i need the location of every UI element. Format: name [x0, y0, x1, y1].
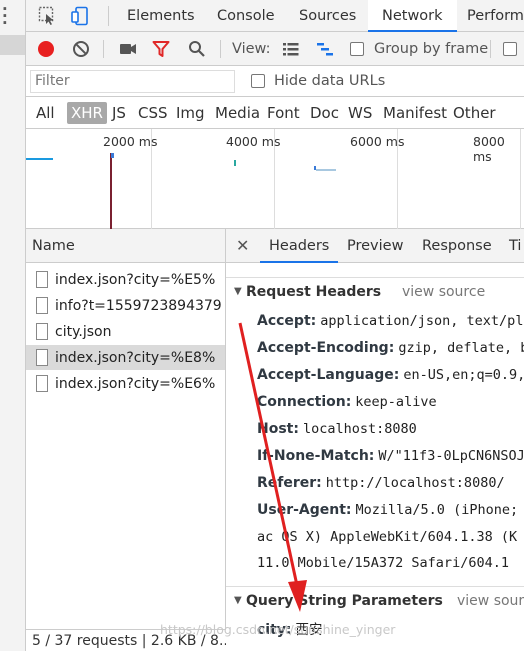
- details-tabbar: ✕ Headers Preview Response Ti: [226, 229, 524, 263]
- clear-icon[interactable]: [72, 40, 90, 58]
- header-value-continuation: ac OS X) AppleWebKit/604.1.38 (K: [257, 529, 518, 545]
- header-row: User-Agent: Mozilla/5.0 (iPhone;: [257, 502, 519, 518]
- tab-console[interactable]: Console: [217, 0, 275, 32]
- load-event-marker: [110, 153, 112, 229]
- filter-icon[interactable]: [152, 40, 170, 58]
- toolbar-divider: [490, 40, 491, 58]
- tab-timing[interactable]: Ti: [509, 229, 521, 263]
- timeline-bar: [26, 158, 53, 160]
- request-headers-section[interactable]: ▼ Request Headers view source: [226, 277, 524, 305]
- request-name: index.json?city=%E6%: [55, 376, 216, 392]
- type-media[interactable]: Media: [211, 102, 264, 124]
- side-selected-row: [0, 35, 25, 55]
- type-manifest[interactable]: Manifest: [379, 102, 451, 124]
- tabbar-divider: [108, 6, 109, 26]
- request-name: index.json?city=%E5%: [55, 272, 216, 288]
- preserve-log-checkbox[interactable]: [503, 42, 517, 56]
- header-row: Referer: http://localhost:8080/: [257, 475, 505, 491]
- tab-elements[interactable]: Elements: [127, 0, 195, 32]
- file-icon: [36, 375, 48, 392]
- request-details-panel: ✕ Headers Preview Response Ti ▼ Request …: [226, 229, 524, 651]
- group-by-frame-checkbox[interactable]: [350, 42, 364, 56]
- timeline-bar: [234, 160, 236, 166]
- timeline-tick-label: 4000 ms: [226, 134, 281, 149]
- request-name: city.json: [55, 324, 112, 340]
- section-title: Request Headers: [246, 284, 382, 300]
- record-icon[interactable]: [37, 40, 55, 58]
- resource-type-filter: All XHR JS CSS Img Media Font Doc WS Man…: [26, 97, 524, 129]
- header-row: Accept-Encoding: gzip, deflate, br: [257, 340, 524, 356]
- type-font[interactable]: Font: [263, 102, 304, 124]
- header-row: If-None-Match: W/"11f3-0LpCN6NSOJ: [257, 448, 524, 464]
- network-overview-timeline[interactable]: 2000 ms 4000 ms 6000 ms 8000 ms: [26, 129, 524, 229]
- request-row[interactable]: index.json?city=%E5%: [26, 267, 225, 293]
- more-options-icon[interactable]: · · ·: [2, 2, 8, 31]
- type-all[interactable]: All: [32, 102, 59, 124]
- header-row: Host: localhost:8080: [257, 421, 417, 437]
- toolbar-divider: [103, 40, 104, 58]
- view-source-link[interactable]: view source: [402, 278, 485, 306]
- type-css[interactable]: CSS: [134, 102, 172, 124]
- request-name: info?t=1559723894379: [55, 298, 222, 314]
- search-icon[interactable]: [188, 40, 206, 58]
- timeline-tick-label: 6000 ms: [350, 134, 405, 149]
- toolbar-divider: [220, 40, 221, 58]
- network-toolbar: View: Group by frame: [26, 32, 524, 66]
- header-row: Accept-Language: en-US,en;q=0.9,z: [257, 367, 524, 383]
- request-row-selected[interactable]: index.json?city=%E8%: [26, 345, 225, 371]
- type-img[interactable]: Img: [172, 102, 209, 124]
- tab-headers[interactable]: Headers: [260, 229, 339, 263]
- type-xhr[interactable]: XHR: [67, 102, 107, 124]
- tab-response[interactable]: Response: [422, 229, 492, 263]
- timeline-tick-label: 8000 ms: [473, 134, 505, 164]
- header-value-continuation: 11.0 Mobile/15A372 Safari/604.1: [257, 555, 509, 571]
- timeline-bar: [316, 169, 336, 171]
- large-request-rows-icon[interactable]: [282, 40, 300, 58]
- request-name: index.json?city=%E8%: [55, 350, 216, 366]
- expand-triangle-icon: ▼: [234, 286, 242, 297]
- filter-input[interactable]: Filter: [30, 70, 235, 93]
- header-row: Connection: keep-alive: [257, 394, 437, 410]
- hide-data-urls-checkbox[interactable]: [251, 74, 265, 88]
- view-label: View:: [232, 41, 271, 57]
- expand-triangle-icon: ▼: [234, 595, 242, 606]
- file-icon: [36, 323, 48, 340]
- tab-network[interactable]: Network: [368, 0, 457, 32]
- type-other[interactable]: Other: [449, 102, 500, 124]
- tab-sources[interactable]: Sources: [299, 0, 356, 32]
- side-panel-strip: · · ·: [0, 0, 26, 651]
- timeline-bar: [111, 153, 114, 158]
- tab-performance[interactable]: Performa: [467, 0, 524, 32]
- filter-bar: Filter Hide data URLs: [26, 66, 524, 97]
- hide-data-urls-label: Hide data URLs: [274, 73, 386, 89]
- capture-screenshots-icon[interactable]: [119, 40, 137, 58]
- type-doc[interactable]: Doc: [306, 102, 343, 124]
- waterfall-overview-icon[interactable]: [316, 40, 334, 58]
- request-row[interactable]: info?t=1559723894379: [26, 293, 225, 319]
- device-toolbar-icon[interactable]: [70, 6, 90, 26]
- devtools-network-panel: Elements Console Sources Network Perform…: [26, 0, 524, 651]
- watermark-text: https://blog.csdn.net/sunshine_yinger: [160, 622, 396, 637]
- query-string-parameters-section[interactable]: ▼ Query String Parameters view sourc: [226, 586, 524, 614]
- tab-preview[interactable]: Preview: [347, 229, 403, 263]
- inspect-element-icon[interactable]: [38, 6, 58, 26]
- request-list: Name index.json?city=%E5% info?t=1559723…: [26, 229, 226, 651]
- group-by-frame-label: Group by frame: [374, 41, 489, 57]
- devtools-tabbar: Elements Console Sources Network Perform…: [26, 0, 524, 32]
- view-source-link[interactable]: view sourc: [457, 587, 524, 615]
- close-details-icon[interactable]: ✕: [236, 229, 249, 263]
- request-row[interactable]: index.json?city=%E6%: [26, 371, 225, 397]
- timeline-tick-label: 2000 ms: [103, 134, 158, 149]
- section-title: Query String Parameters: [246, 593, 443, 609]
- header-row: Accept: application/json, text/pl: [257, 313, 524, 329]
- name-column-header[interactable]: Name: [26, 229, 225, 263]
- type-ws[interactable]: WS: [344, 102, 376, 124]
- file-icon: [36, 271, 48, 288]
- type-js[interactable]: JS: [108, 102, 130, 124]
- request-row[interactable]: city.json: [26, 319, 225, 345]
- file-icon: [36, 297, 48, 314]
- file-icon: [36, 349, 48, 366]
